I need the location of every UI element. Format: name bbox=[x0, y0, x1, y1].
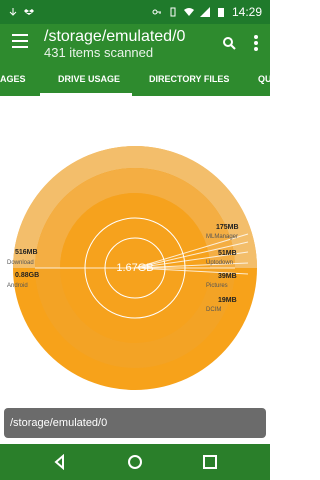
label-uptodown-size: 51MB bbox=[218, 250, 237, 257]
navigation-bar bbox=[0, 444, 270, 480]
label-download-name: Download bbox=[7, 260, 34, 266]
hamburger-menu-icon[interactable] bbox=[12, 34, 28, 48]
recents-icon[interactable] bbox=[202, 454, 218, 470]
more-options-icon[interactable] bbox=[254, 35, 258, 51]
label-uptodown-name: Uptodown bbox=[206, 260, 233, 266]
drive-usage-panel: 1.67GB 516MB Download 0.88GB Android 175… bbox=[0, 96, 270, 444]
search-icon[interactable] bbox=[222, 36, 236, 50]
status-bar: 14:29 bbox=[0, 0, 270, 24]
label-mlmanager-size: 175MB bbox=[216, 224, 239, 231]
tab-bar: AGES DRIVE USAGE DIRECTORY FILES QU bbox=[0, 64, 272, 96]
label-android-size: 0.88GB bbox=[15, 272, 39, 279]
label-dcim-size: 19MB bbox=[218, 297, 237, 304]
wifi-icon bbox=[183, 8, 194, 16]
tab-drive-usage[interactable]: DRIVE USAGE bbox=[58, 74, 120, 84]
label-download-size: 516MB bbox=[15, 249, 38, 256]
label-mlmanager-name: MLManager bbox=[206, 234, 238, 240]
battery-icon bbox=[217, 8, 224, 17]
key-icon bbox=[152, 9, 161, 15]
label-pictures-name: Pictures bbox=[206, 283, 228, 289]
vibrate-icon bbox=[170, 7, 176, 17]
label-dcim-name: DCIM bbox=[206, 307, 221, 313]
app-bar: /storage/emulated/0 431 items scanned bbox=[0, 24, 270, 64]
center-size-label: 1.67GB bbox=[116, 262, 153, 274]
tab-partial-left[interactable]: AGES bbox=[0, 74, 26, 84]
home-icon[interactable] bbox=[127, 454, 143, 470]
path-text: /storage/emulated/0 bbox=[10, 417, 108, 429]
path-bar[interactable]: /storage/emulated/0 bbox=[4, 408, 266, 438]
status-time: 14:29 bbox=[231, 5, 262, 19]
page-title: /storage/emulated/0 bbox=[44, 28, 186, 45]
tab-partial-right[interactable]: QU bbox=[258, 74, 272, 84]
signal-icon bbox=[199, 7, 210, 17]
label-pictures-size: 39MB bbox=[218, 273, 237, 280]
tab-directory-files[interactable]: DIRECTORY FILES bbox=[149, 74, 229, 84]
label-android-name: Android bbox=[7, 283, 28, 289]
back-icon[interactable] bbox=[52, 454, 68, 470]
download-notification-icon bbox=[9, 8, 17, 16]
dropbox-icon bbox=[24, 9, 34, 15]
sunburst-chart[interactable]: 1.67GB 516MB Download 0.88GB Android 175… bbox=[0, 96, 270, 408]
page-subtitle: 431 items scanned bbox=[44, 45, 154, 60]
